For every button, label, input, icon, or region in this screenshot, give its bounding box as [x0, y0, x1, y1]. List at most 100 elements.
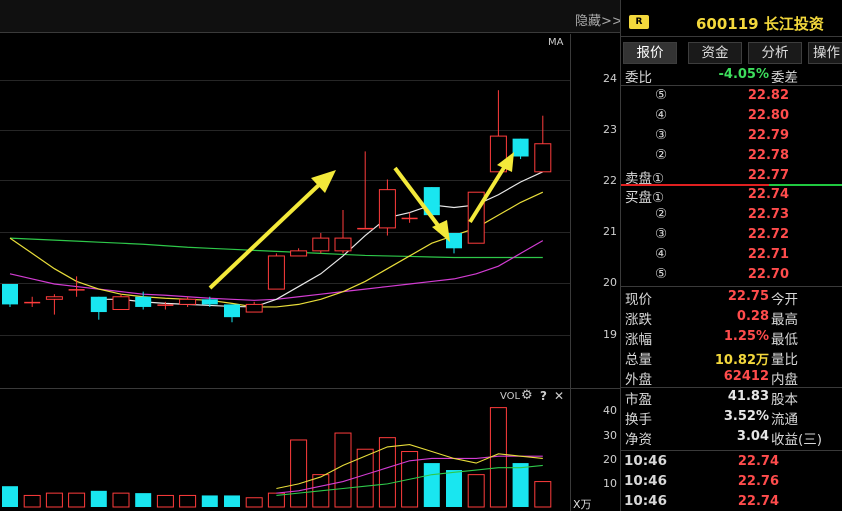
candle-body: [2, 284, 18, 305]
weibi-value: -4.05%: [718, 67, 770, 82]
buy-level-price[interactable]: 22.74: [720, 187, 789, 202]
stat-label-2: 今开: [771, 292, 798, 308]
weicha-label: 委差: [771, 70, 798, 86]
price-tick: 21: [603, 225, 617, 238]
buy-level-label: ④: [655, 246, 668, 262]
divider: [621, 450, 842, 451]
tab-operate[interactable]: 操作: [808, 42, 842, 64]
hide-panel-button[interactable]: 隐藏>>: [575, 10, 623, 29]
candle-body: [512, 138, 529, 157]
volume-bar: [489, 407, 507, 508]
volume-bar: [446, 470, 462, 507]
candle-body: [267, 255, 285, 290]
stat-value: 10.82万: [714, 353, 769, 368]
buy-level-price[interactable]: 22.72: [720, 227, 789, 242]
sell-level-price[interactable]: 22.78: [720, 148, 789, 163]
volume-bar: [156, 494, 174, 508]
sell-level-label: ③: [655, 127, 668, 143]
sell-level-price[interactable]: 22.80: [720, 108, 789, 123]
price-axis-separator: [570, 34, 571, 511]
price-tick: 22: [603, 174, 617, 187]
candle-body: [157, 304, 174, 306]
ma-yellow-line: [9, 191, 544, 308]
tab-funds[interactable]: 资金: [688, 42, 742, 64]
stock-code-name: 600119 长江投资: [696, 15, 824, 33]
stat-label-2: 最低: [771, 332, 798, 348]
stat-label: 换手: [625, 412, 652, 428]
stat-label-2: 内盘: [771, 372, 798, 388]
buy-level-price[interactable]: 22.73: [720, 207, 789, 222]
volume-bar: [467, 474, 485, 508]
candle-body: [90, 296, 107, 313]
tick-time: 10:46: [624, 453, 667, 469]
volume-bar: [90, 490, 107, 507]
price-tick: 20: [603, 276, 617, 289]
bid-ask-divider-green: [769, 184, 842, 186]
candle-body: [224, 304, 240, 318]
volume-bar: [135, 493, 152, 507]
buy-level-label: 买盘①: [625, 190, 665, 206]
candle-body: [401, 217, 418, 220]
volume-bar: [512, 463, 529, 507]
sell-level-price[interactable]: 22.82: [720, 88, 789, 103]
stat-label-2: 股本: [771, 392, 798, 408]
stat-label-2: 收益(三): [771, 432, 823, 448]
candle-body: [201, 299, 218, 305]
price-tick: 24: [603, 72, 617, 85]
tab-quote[interactable]: 报价: [623, 42, 677, 64]
volume-bar: [356, 448, 374, 508]
stat-label: 净资: [625, 432, 652, 448]
volume-bar: [290, 439, 308, 508]
candle-body: [68, 289, 85, 291]
sell-level-price[interactable]: 22.77: [720, 168, 789, 183]
volume-bar: [112, 492, 130, 508]
candle-body: [45, 296, 63, 300]
arrow-annotation: [208, 180, 324, 290]
buy-level-price[interactable]: 22.70: [720, 267, 789, 282]
stat-label: 现价: [625, 292, 652, 308]
buy-level-price[interactable]: 22.71: [720, 247, 789, 262]
tick-time: 10:46: [624, 473, 667, 489]
vol-tick: 40: [603, 404, 617, 417]
candle-body: [357, 227, 374, 230]
tab-analysis[interactable]: 分析: [748, 42, 802, 64]
sell-level-label: ④: [655, 107, 668, 123]
vol-tick: 10: [603, 477, 617, 490]
stat-value: 62412: [723, 369, 769, 384]
candle-body: [179, 298, 197, 305]
tick-price: 22.76: [737, 474, 779, 489]
stat-label: 涨跌: [625, 312, 652, 328]
divider: [621, 85, 842, 86]
vol-unit: X万: [573, 498, 592, 511]
candle-body: [378, 189, 396, 229]
quote-header-divider: [621, 36, 842, 37]
weibi-label: 委比: [625, 70, 652, 86]
stat-value: 22.75: [727, 289, 769, 304]
volume-bar: [224, 495, 240, 507]
buy-level-label: ③: [655, 226, 668, 242]
stat-label: 总量: [625, 352, 652, 368]
vol-tick: 20: [603, 453, 617, 466]
stat-value: 1.25%: [723, 329, 769, 344]
stat-value: 3.52%: [723, 409, 769, 424]
candle-body: [312, 237, 330, 252]
volume-bar: [201, 495, 218, 507]
sell-level-price[interactable]: 22.79: [720, 128, 789, 143]
stat-label-2: 量比: [771, 352, 798, 368]
candle-body: [112, 296, 130, 310]
candle-body: [245, 303, 263, 313]
vol-tick: 30: [603, 429, 617, 442]
stat-label: 市盈: [625, 392, 652, 408]
volume-bar: [23, 494, 41, 508]
price-tick: 19: [603, 328, 617, 341]
kline-chart: [2, 90, 552, 508]
stat-label-2: 流通: [771, 412, 798, 428]
tick-time: 10:46: [624, 493, 667, 509]
r-badge: R: [629, 15, 649, 29]
volume-bar: [334, 432, 352, 508]
candle-body: [135, 296, 152, 307]
stat-value: 0.28: [736, 309, 769, 324]
volume-bar: [378, 437, 396, 508]
volume-bar: [534, 481, 552, 508]
divider: [621, 286, 842, 287]
